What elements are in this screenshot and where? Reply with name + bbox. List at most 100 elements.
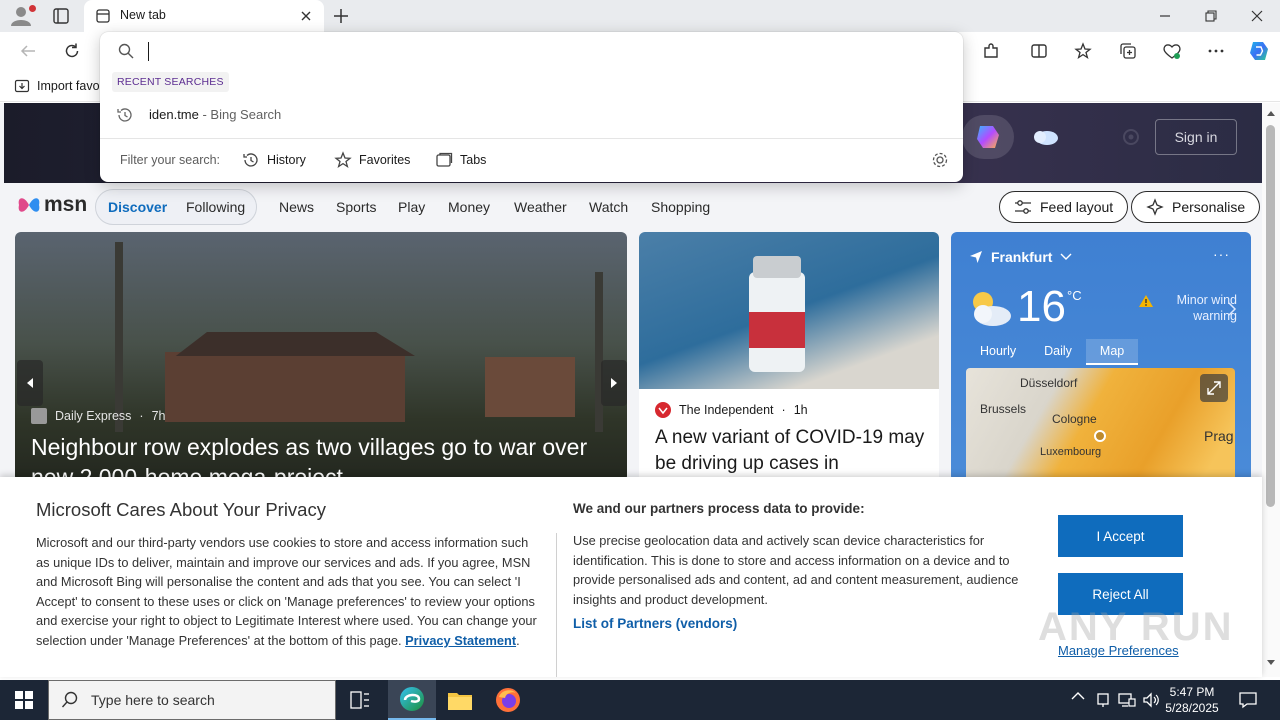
notification-center-button[interactable]	[1238, 690, 1258, 710]
network-icon	[1118, 693, 1136, 707]
recent-search-text: iden.tme - Bing Search	[149, 107, 281, 122]
task-view-button[interactable]	[336, 680, 384, 720]
firefox-icon	[496, 688, 520, 712]
scroll-down-icon[interactable]	[1266, 659, 1276, 667]
feed-layout-button[interactable]: Feed layout	[999, 191, 1129, 223]
tray-overflow-chevron-icon[interactable]	[1071, 691, 1089, 709]
personalise-button[interactable]: Personalise	[1131, 191, 1261, 223]
hero-source[interactable]: Daily Express · 7h	[31, 408, 166, 424]
taskbar-search-box[interactable]: Type here to search	[48, 680, 336, 720]
weather-cloud-icon[interactable]	[1030, 125, 1060, 147]
close-window-button[interactable]	[1234, 0, 1280, 32]
restore-button[interactable]	[1188, 0, 1234, 32]
tab-new-tab[interactable]: New tab	[84, 0, 324, 32]
page-scrollbar[interactable]	[1262, 103, 1280, 677]
new-tab-plus-icon[interactable]	[331, 6, 351, 26]
weather-location[interactable]: Frankfurt	[969, 249, 1072, 265]
map-label-cologne: Cologne	[1052, 412, 1097, 426]
weather-tab-hourly[interactable]: Hourly	[966, 339, 1030, 365]
chevron-right-icon	[611, 378, 617, 388]
tray-network-adapter[interactable]	[1094, 691, 1112, 709]
gear-icon[interactable]	[931, 151, 949, 169]
split-screen-button[interactable]	[1029, 41, 1049, 61]
hero-headline[interactable]: Neighbour row explodes as two villages g…	[31, 432, 611, 482]
title-bar: New tab	[0, 0, 1280, 32]
sign-in-button[interactable]: Sign in	[1155, 119, 1237, 155]
copilot-page-button[interactable]	[962, 115, 1014, 159]
privacy-statement-link[interactable]: Privacy Statement	[405, 633, 516, 648]
scrollbar-thumb[interactable]	[1266, 125, 1275, 507]
tab-discover[interactable]: Discover	[108, 199, 167, 215]
weather-more-button[interactable]: ···	[1213, 246, 1230, 262]
tab-actions-button[interactable]	[48, 4, 74, 28]
filter-favorites-button[interactable]: Favorites	[334, 150, 410, 170]
tray-volume[interactable]	[1142, 691, 1160, 709]
close-tab-icon[interactable]	[298, 8, 314, 24]
copilot-icon	[1250, 42, 1268, 60]
settings-more-button[interactable]	[1206, 41, 1226, 61]
search-icon	[118, 43, 134, 59]
refresh-button[interactable]	[62, 41, 82, 61]
scroll-up-icon[interactable]	[1266, 109, 1276, 117]
hero-source-name: Daily Express	[55, 409, 132, 423]
personalise-label: Personalise	[1172, 199, 1246, 215]
history-icon	[117, 108, 132, 122]
tab-shopping[interactable]: Shopping	[651, 199, 710, 215]
the-independent-logo-icon	[655, 402, 671, 418]
recent-search-query: iden.tme	[149, 107, 199, 122]
hero-story-card[interactable]: Daily Express · 7h Neighbour row explode…	[15, 232, 627, 482]
tab-news[interactable]: News	[279, 199, 314, 215]
back-button[interactable]	[18, 41, 38, 61]
tab-weather[interactable]: Weather	[514, 199, 567, 215]
recent-search-item[interactable]: iden.tme - Bing Search	[100, 102, 963, 128]
tray-clock[interactable]: 5:47 PM 5/28/2025	[1160, 684, 1224, 716]
tab-play[interactable]: Play	[398, 199, 425, 215]
taskbar-edge[interactable]	[388, 680, 436, 720]
hero-prev-button[interactable]	[17, 360, 43, 406]
weather-tab-daily[interactable]: Daily	[1030, 339, 1086, 365]
tab-money[interactable]: Money	[448, 199, 490, 215]
collections-button[interactable]	[1118, 41, 1138, 61]
minimize-icon	[1160, 15, 1170, 17]
back-arrow-icon	[20, 45, 35, 57]
weather-warning[interactable]: Minor wind warning	[1137, 292, 1237, 324]
msn-logo-text: msn	[44, 193, 88, 216]
map-expand-button[interactable]	[1200, 374, 1228, 402]
tab-watch[interactable]: Watch	[589, 199, 628, 215]
page-settings-icon[interactable]	[1119, 125, 1143, 149]
extensions-button[interactable]	[981, 41, 1001, 61]
close-window-icon	[1251, 10, 1263, 22]
windows-taskbar: Type here to search 5:47 PM 5/28/2025	[0, 680, 1280, 720]
weather-map[interactable]: Düsseldorf Brussels Cologne Luxembourg P…	[966, 368, 1235, 482]
taskbar-firefox[interactable]	[484, 680, 532, 720]
recent-search-suffix: - Bing Search	[198, 107, 282, 122]
favorites-button[interactable]	[1073, 41, 1093, 61]
hero-image-roof	[175, 332, 415, 356]
partners-body: Use precise geolocation data and activel…	[573, 533, 1019, 607]
hero-next-button[interactable]	[601, 360, 627, 406]
story-card-covid[interactable]: The Independent · 1h A new variant of CO…	[639, 232, 939, 482]
import-favorites-button[interactable]: Import favo	[14, 78, 100, 94]
manage-preferences-link[interactable]: Manage Preferences	[1058, 643, 1179, 658]
filter-tabs-button[interactable]: Tabs	[435, 150, 486, 170]
weather-temperature: 16	[1017, 282, 1066, 331]
list-of-partners-link[interactable]: List of Partners (vendors)	[573, 616, 737, 631]
performance-button[interactable]	[1162, 41, 1182, 61]
minimize-button[interactable]	[1142, 0, 1188, 32]
card2-source[interactable]: The Independent · 1h	[655, 402, 808, 418]
tab-sports[interactable]: Sports	[336, 199, 376, 215]
tab-following[interactable]: Following	[186, 199, 245, 215]
weather-card[interactable]: Frankfurt ··· 16 °C Minor wind warning H…	[951, 232, 1251, 482]
start-button[interactable]	[0, 680, 48, 720]
card2-headline[interactable]: A new variant of COVID-19 may be driving…	[655, 425, 925, 477]
filter-history-button[interactable]: History	[242, 150, 306, 170]
accept-button[interactable]: I Accept	[1058, 515, 1183, 557]
weather-tab-map[interactable]: Map	[1085, 339, 1139, 365]
msn-logo[interactable]: msn	[16, 193, 87, 217]
taskbar-file-explorer[interactable]	[436, 680, 484, 720]
dropdown-divider	[100, 138, 963, 139]
copilot-button[interactable]	[1247, 39, 1271, 63]
chevron-right-icon[interactable]	[1227, 302, 1237, 316]
tray-network[interactable]	[1118, 691, 1136, 709]
address-input[interactable]	[146, 39, 926, 63]
